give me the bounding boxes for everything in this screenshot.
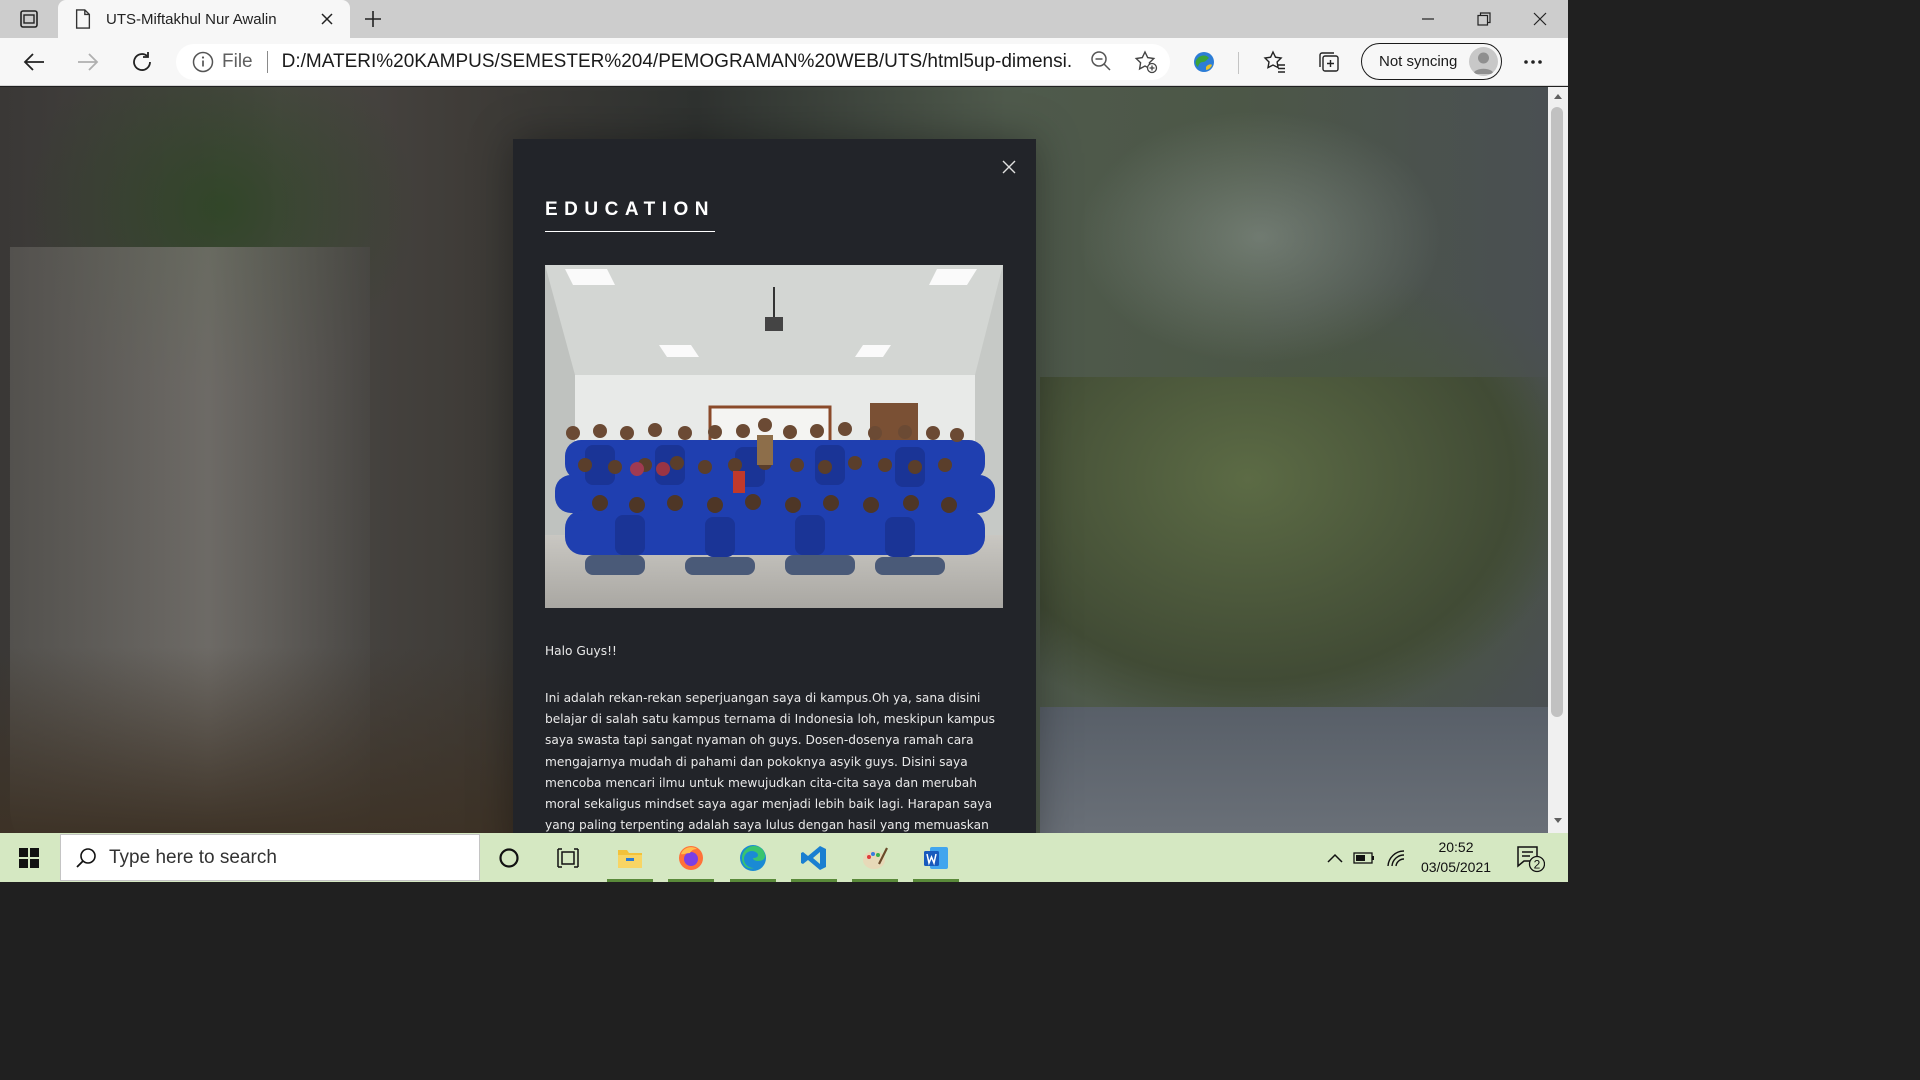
minimize-icon: [1422, 18, 1434, 20]
scroll-up-icon[interactable]: [1553, 92, 1563, 100]
restore-button[interactable]: [1456, 0, 1512, 38]
group-photo-illustration: [545, 265, 1003, 608]
file-scheme-label: File: [222, 51, 253, 72]
clock-date: 03/05/2021: [1420, 859, 1492, 875]
edge-button[interactable]: [724, 833, 782, 882]
search-icon: [76, 847, 96, 868]
file-explorer-button[interactable]: [601, 833, 659, 882]
browser-toolbar: File D:/MATERI%20KAMPUS/SEMESTER%204/PEM…: [0, 38, 1568, 86]
close-icon: [1002, 160, 1016, 174]
tab-strip: UTS-Miftakhul Nur Awalin: [0, 0, 1568, 38]
greeting-text: Halo Guys!!: [545, 644, 617, 658]
notification-count: 2: [1534, 857, 1541, 871]
avatar: [1469, 47, 1498, 76]
firefox-icon: [679, 845, 703, 870]
tab-actions-icon: [20, 10, 38, 28]
class-group-photo: [545, 265, 1003, 608]
article-title: EDUCATION: [545, 199, 716, 232]
collections-icon: [1319, 52, 1339, 72]
extension-icon: [1194, 52, 1214, 72]
firefox-button[interactable]: [662, 833, 720, 882]
forward-button[interactable]: [71, 46, 105, 78]
background-floor: [0, 647, 520, 833]
refresh-icon: [133, 52, 151, 71]
file-explorer-icon: [618, 849, 642, 868]
address-bar[interactable]: File D:/MATERI%20KAMPUS/SEMESTER%204/PEM…: [176, 44, 1170, 80]
wifi-icon: [1387, 849, 1405, 866]
back-icon: [23, 53, 44, 71]
clock-time: 20:52: [1438, 839, 1474, 855]
battery-icon: [1353, 851, 1374, 864]
collections-button[interactable]: [1312, 46, 1346, 78]
page-icon: [75, 9, 91, 29]
start-button[interactable]: [0, 833, 58, 882]
extension-button[interactable]: [1187, 46, 1221, 78]
close-icon: [321, 13, 333, 25]
sync-label: Not syncing: [1379, 53, 1458, 70]
network-button[interactable]: [1382, 833, 1410, 882]
more-icon: [1524, 60, 1542, 64]
add-favorite-icon[interactable]: [1134, 50, 1158, 74]
paint-icon: [863, 847, 888, 869]
page-viewport: EDUCATION Halo Guys!! Ini adalah rekan-r…: [0, 87, 1548, 833]
url-text[interactable]: D:/MATERI%20KAMPUS/SEMESTER%204/PEMOGRAM…: [282, 51, 1072, 73]
browser-tab[interactable]: UTS-Miftakhul Nur Awalin: [58, 0, 350, 38]
paint-button[interactable]: [846, 833, 904, 882]
task-view-icon: [557, 847, 579, 868]
page-scrollbar[interactable]: [1548, 87, 1568, 833]
new-tab-button[interactable]: [360, 6, 386, 32]
edge-icon: [740, 844, 766, 871]
info-icon[interactable]: [192, 51, 214, 73]
battery-button[interactable]: [1350, 833, 1378, 882]
chevron-up-icon: [1327, 853, 1343, 863]
restore-icon: [1477, 12, 1491, 26]
task-view-button[interactable]: [539, 833, 597, 882]
article-paragraph: Ini adalah rekan-rekan seperjuangan saya…: [545, 691, 995, 833]
refresh-button[interactable]: [125, 46, 159, 78]
favorites-icon: [1263, 50, 1285, 73]
tab-actions-button[interactable]: [10, 6, 48, 32]
plus-icon: [365, 11, 381, 27]
profile-sync-button[interactable]: Not syncing: [1361, 43, 1502, 80]
cortana-icon: [499, 847, 519, 868]
word-icon: [924, 846, 948, 869]
search-placeholder: Type here to search: [109, 846, 277, 868]
word-button[interactable]: [907, 833, 965, 882]
minimize-button[interactable]: [1400, 0, 1456, 38]
favorites-button[interactable]: [1258, 46, 1292, 78]
address-separator: [266, 51, 268, 73]
show-hidden-icons-button[interactable]: [1322, 833, 1348, 882]
background-hill: [1040, 377, 1548, 717]
tab-close-button[interactable]: [316, 8, 338, 30]
action-center-button[interactable]: 2: [1508, 833, 1552, 882]
article-body: Halo Guys!! Ini adalah rekan-rekan seper…: [545, 641, 1005, 833]
avatar-icon: [1473, 52, 1494, 74]
forward-icon: [78, 53, 99, 71]
article-close-button[interactable]: [997, 155, 1021, 179]
back-button[interactable]: [17, 46, 51, 78]
zoom-icon[interactable]: [1090, 50, 1112, 72]
toolbar-divider: [1238, 52, 1239, 74]
tab-title: UTS-Miftakhul Nur Awalin: [106, 10, 277, 28]
cortana-button[interactable]: [480, 833, 538, 882]
notification-icon: 2: [1517, 845, 1545, 872]
more-button[interactable]: [1516, 46, 1550, 78]
vscode-icon: [801, 845, 826, 870]
background-water: [1040, 707, 1548, 833]
taskbar-clock[interactable]: 20:52 03/05/2021: [1410, 837, 1502, 877]
windows-taskbar: Type here to search 20:52 03/05/2021 2: [0, 833, 1568, 882]
taskbar-search-box[interactable]: Type here to search: [60, 834, 480, 881]
education-article: EDUCATION Halo Guys!! Ini adalah rekan-r…: [513, 139, 1036, 833]
scrollbar-thumb[interactable]: [1551, 107, 1563, 717]
windows-logo-icon: [19, 847, 39, 868]
scroll-down-icon[interactable]: [1553, 817, 1563, 825]
close-icon: [1533, 12, 1547, 26]
vscode-button[interactable]: [785, 833, 843, 882]
close-window-button[interactable]: [1512, 0, 1568, 38]
